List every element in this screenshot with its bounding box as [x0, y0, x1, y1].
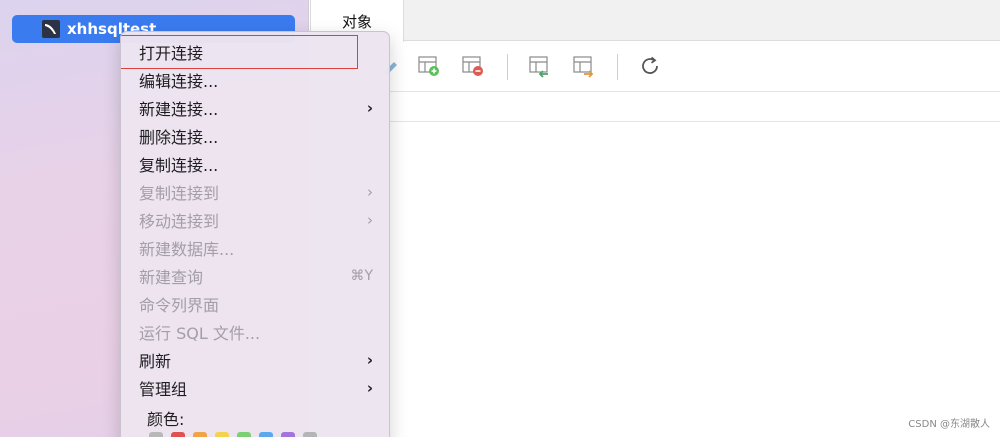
colors-label: 颜色: — [147, 410, 185, 429]
menu-item-label: 管理组 — [139, 380, 188, 399]
menu-item-label: 编辑连接... — [139, 72, 219, 91]
object-toolbar — [310, 42, 1000, 92]
chevron-right-icon: › — [366, 379, 373, 397]
chevron-right-icon: › — [366, 99, 373, 117]
keyboard-shortcut: ⌘Y — [350, 268, 373, 284]
color-swatch-row — [149, 432, 317, 437]
import-table-icon[interactable] — [528, 54, 552, 78]
toolbar-separator — [507, 54, 508, 80]
tab-bar: 对象 — [310, 0, 1000, 42]
menu-item-move-connection-to: 移动连接到 › — [121, 206, 389, 234]
menu-item-duplicate-connection[interactable]: 复制连接... — [121, 150, 389, 178]
menu-item-label: 新建连接... — [139, 100, 219, 119]
chevron-right-icon: › — [367, 183, 373, 201]
color-swatch-yellow[interactable] — [215, 432, 229, 437]
menu-item-label: 运行 SQL 文件... — [139, 324, 261, 343]
color-swatch-purple[interactable] — [281, 432, 295, 437]
color-swatch-red[interactable] — [171, 432, 185, 437]
menu-item-edit-connection[interactable]: 编辑连接... — [121, 66, 389, 94]
menu-item-label: 新建数据库... — [139, 240, 235, 259]
menu-item-new-database: 新建数据库... — [121, 234, 389, 262]
menu-item-label: 新建查询 — [139, 268, 204, 287]
delete-table-icon[interactable] — [461, 54, 485, 78]
mysql-dolphin-icon — [42, 20, 60, 38]
watermark-text: CSDN @东湖散人 — [908, 419, 990, 430]
list-header-divider — [310, 121, 1000, 122]
menu-item-label: 命令列界面 — [139, 296, 220, 315]
menu-item-delete-connection[interactable]: 删除连接... — [121, 122, 389, 150]
export-table-icon[interactable] — [572, 54, 596, 78]
color-swatch-blue[interactable] — [259, 432, 273, 437]
menu-item-label: 复制连接... — [139, 156, 219, 175]
color-swatch-gray[interactable] — [303, 432, 317, 437]
menu-item-refresh[interactable]: 刷新 › — [121, 346, 389, 374]
menu-item-new-connection[interactable]: 新建连接... › — [121, 94, 389, 122]
toolbar-separator — [617, 54, 618, 80]
chevron-right-icon: › — [367, 211, 373, 229]
main-area: 对象 — [310, 0, 1000, 437]
menu-item-copy-connection-to: 复制连接到 › — [121, 178, 389, 206]
menu-item-console: 命令列界面 — [121, 290, 389, 318]
new-table-icon[interactable] — [417, 54, 441, 78]
refresh-icon[interactable] — [638, 54, 662, 78]
menu-item-label: 刷新 — [139, 352, 172, 371]
menu-item-label: 打开连接 — [139, 44, 204, 63]
color-swatch-orange[interactable] — [193, 432, 207, 437]
menu-item-label: 删除连接... — [139, 128, 219, 147]
menu-item-new-query: 新建查询 ⌘Y — [121, 262, 389, 290]
color-swatch-green[interactable] — [237, 432, 251, 437]
color-swatch-none[interactable] — [149, 432, 163, 437]
menu-item-open-connection[interactable]: 打开连接 — [121, 38, 389, 66]
chevron-right-icon: › — [366, 351, 373, 369]
menu-item-manage-group[interactable]: 管理组 › — [121, 374, 389, 402]
connection-context-menu: 打开连接 编辑连接... 新建连接... › 删除连接... 复制连接... 复… — [120, 31, 390, 437]
menu-item-label: 移动连接到 — [139, 212, 220, 231]
menu-item-label: 复制连接到 — [139, 184, 220, 203]
menu-item-run-sql-file: 运行 SQL 文件... — [121, 318, 389, 346]
